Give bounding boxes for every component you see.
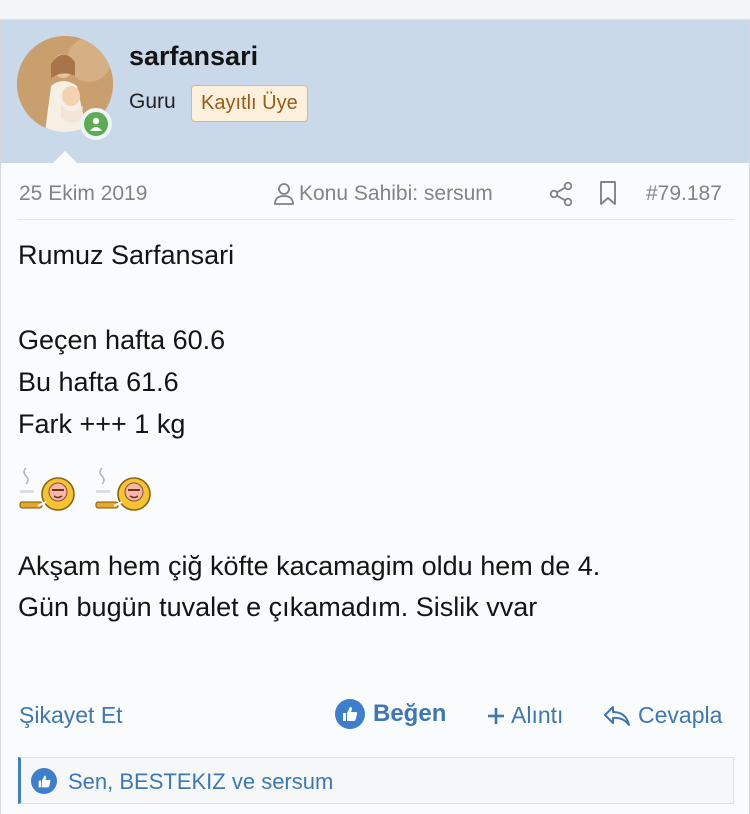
top-strip xyxy=(0,0,750,20)
reactions-bar[interactable]: Sen, BESTEKIZ ve sersum xyxy=(18,757,734,804)
user-badge: Kayıtlı Üye xyxy=(191,85,308,122)
post-actions: Şikayet Et Beğen Alıntı Cevapla xyxy=(1,692,749,736)
smoking-smiley-icon xyxy=(95,467,151,511)
post-text-line: Fark +++ 1 kg xyxy=(18,409,186,439)
online-status-icon xyxy=(80,108,112,140)
like-label: Beğen xyxy=(373,700,447,727)
thumbs-up-icon xyxy=(31,768,57,794)
post-meta-bar: 25 Ekim 2019 Konu Sahibi: sersum #79.187 xyxy=(1,163,749,219)
user-role: Guru xyxy=(129,90,176,113)
reactions-list[interactable]: Sen, BESTEKIZ ve sersum xyxy=(68,769,333,795)
quote-button[interactable]: Alıntı xyxy=(485,702,563,729)
reply-button[interactable]: Cevapla xyxy=(602,702,722,729)
post-text-line: Gün bugün tuvalet e çıkamadım. Sislik vv… xyxy=(18,592,538,622)
reply-label: Cevapla xyxy=(638,702,723,728)
quote-label: Alıntı xyxy=(511,702,564,728)
post-number[interactable]: #79.187 xyxy=(646,182,722,206)
post-card: sarfansari Guru Kayıtlı Üye 25 Ekim 2019… xyxy=(0,20,750,814)
smoking-smiley-icon xyxy=(19,467,75,511)
post-text-line: Akşam hem çiğ köfte kacamagim oldu hem d… xyxy=(18,551,601,581)
reply-icon xyxy=(604,705,630,726)
post-text-line: Geçen hafta 60.6 xyxy=(18,325,226,355)
user-icon xyxy=(274,183,294,205)
username[interactable]: sarfansari xyxy=(129,41,258,72)
post-text-line: Rumuz Sarfansari xyxy=(18,240,235,270)
report-link[interactable]: Şikayet Et xyxy=(19,702,123,729)
divider xyxy=(17,219,735,220)
plus-icon xyxy=(488,707,504,724)
thumbs-up-icon xyxy=(335,699,365,729)
post-text-line: Bu hafta 61.6 xyxy=(18,367,179,397)
share-icon[interactable] xyxy=(549,181,573,212)
smiley-row xyxy=(18,466,152,516)
bookmark-icon[interactable] xyxy=(598,180,618,211)
like-button[interactable]: Beğen xyxy=(335,699,446,729)
post-user-header: sarfansari Guru Kayıtlı Üye xyxy=(1,20,749,164)
post-date[interactable]: 25 Ekim 2019 xyxy=(19,182,147,206)
thread-owner: Konu Sahibi: sersum xyxy=(273,182,493,206)
thread-owner-label: Konu Sahibi: sersum xyxy=(299,182,493,205)
